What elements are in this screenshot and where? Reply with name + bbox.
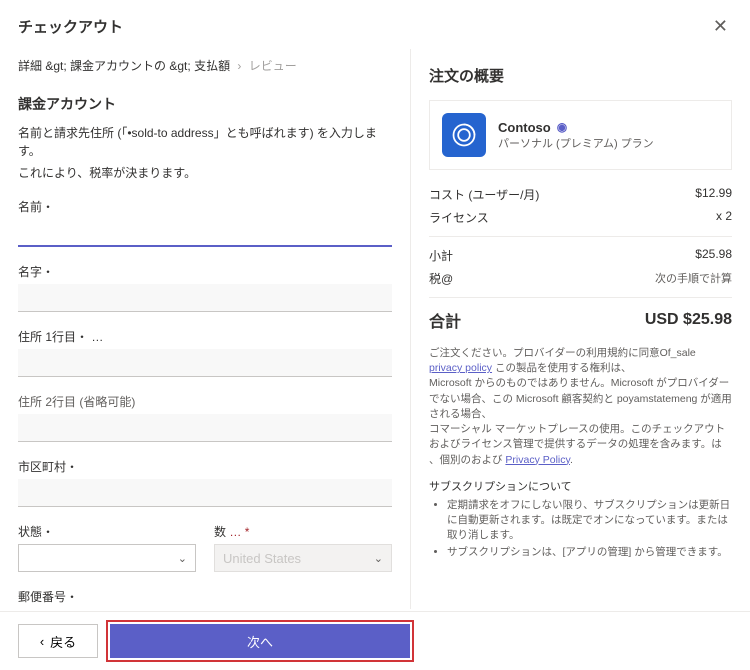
privacy-policy-link-2[interactable]: Privacy Policy bbox=[505, 454, 570, 466]
summary-title: 注文の概要 bbox=[429, 65, 732, 86]
label-address1: 住所 1行目 … bbox=[18, 328, 392, 345]
product-logo bbox=[442, 113, 486, 157]
dialog-title: チェックアウト bbox=[18, 16, 123, 37]
country-select[interactable]: United States ⌄ bbox=[214, 544, 392, 572]
spiral-icon bbox=[450, 121, 478, 149]
close-icon[interactable]: ✕ bbox=[709, 12, 732, 41]
list-item: サブスクリプションは、[アプリの管理] から管理できます。 bbox=[447, 545, 732, 560]
breadcrumb-step-billing: 課金アカウントの &gt; bbox=[70, 59, 191, 73]
back-button[interactable]: ‹ 戻る bbox=[18, 624, 98, 658]
row-cost: コスト (ユーザー/月) $12.99 bbox=[429, 186, 732, 203]
breadcrumb-step-payment: 支払額 bbox=[194, 59, 230, 73]
privacy-policy-link[interactable]: privacy policy bbox=[429, 362, 492, 374]
list-item: 定期請求をオフにしない限り、サブスクリプションは更新日に自動更新されます。は既定… bbox=[447, 498, 732, 544]
dialog-content: 詳細 &gt; 課金アカウントの &gt; 支払額 › レビュー 課金アカウント… bbox=[0, 49, 750, 609]
row-tax: 税@ 次の手順で計算 bbox=[429, 270, 732, 287]
last-name-input[interactable] bbox=[18, 284, 392, 312]
row-license: ライセンス x 2 bbox=[429, 209, 732, 226]
dialog-header: チェックアウト ✕ bbox=[0, 0, 750, 49]
divider bbox=[429, 297, 732, 298]
label-postal: 郵便番号 bbox=[18, 588, 392, 605]
chevron-down-icon: ⌄ bbox=[178, 552, 187, 565]
dialog-footer: ‹ 戻る 次へ bbox=[0, 611, 750, 670]
help-text-1: 名前と請求先住所 (「•sold-to address」とも呼ばれます) を入力… bbox=[18, 124, 392, 160]
divider bbox=[429, 236, 732, 237]
product-plan: パーソナル (プレミアム) プラン bbox=[498, 135, 654, 151]
row-total: 合計 USD $25.98 bbox=[429, 308, 732, 332]
city-input[interactable] bbox=[18, 479, 392, 507]
section-title-billing: 課金アカウント bbox=[18, 94, 392, 114]
subscription-info: サブスクリプションについて 定期請求をオフにしない限り、サブスクリプションは更新… bbox=[429, 478, 732, 561]
chevron-left-icon: ‹ bbox=[40, 634, 44, 649]
state-select[interactable]: ⌄ bbox=[18, 544, 196, 572]
label-country: 数 … * bbox=[214, 523, 392, 540]
breadcrumb-step-review: レビュー bbox=[249, 59, 297, 73]
form-panel: 詳細 &gt; 課金アカウントの &gt; 支払額 › レビュー 課金アカウント… bbox=[0, 49, 410, 609]
address2-input[interactable] bbox=[18, 414, 392, 442]
label-city: 市区町村 bbox=[18, 458, 392, 475]
label-address2: 住所 2行目 (省略可能) bbox=[18, 393, 392, 410]
legal-text: ご注文ください。プロバイダーの利用規約に同意Of_sale privacy po… bbox=[429, 346, 732, 468]
label-first-name: 名前 bbox=[18, 198, 392, 215]
label-state: 状態 bbox=[18, 523, 196, 540]
breadcrumb: 詳細 &gt; 課金アカウントの &gt; 支払額 › レビュー bbox=[18, 49, 392, 88]
help-text-2: これにより、税率が決まります。 bbox=[18, 164, 392, 182]
first-name-input[interactable] bbox=[18, 219, 392, 247]
next-button[interactable]: 次へ bbox=[110, 624, 410, 658]
label-last-name: 名字 bbox=[18, 263, 392, 280]
row-subtotal: 小計 $25.98 bbox=[429, 247, 732, 264]
product-name: Contoso ◉ bbox=[498, 120, 654, 135]
chevron-right-icon: › bbox=[237, 59, 241, 73]
verified-badge-icon: ◉ bbox=[557, 120, 567, 134]
address1-input[interactable] bbox=[18, 349, 392, 377]
product-card: Contoso ◉ パーソナル (プレミアム) プラン bbox=[429, 100, 732, 170]
chevron-down-icon: ⌄ bbox=[374, 552, 383, 565]
breadcrumb-step-details: 詳細 &gt; bbox=[18, 59, 67, 73]
summary-panel: 注文の概要 Contoso ◉ パーソナル (プレミアム) プラン コスト (ユ… bbox=[410, 49, 750, 609]
